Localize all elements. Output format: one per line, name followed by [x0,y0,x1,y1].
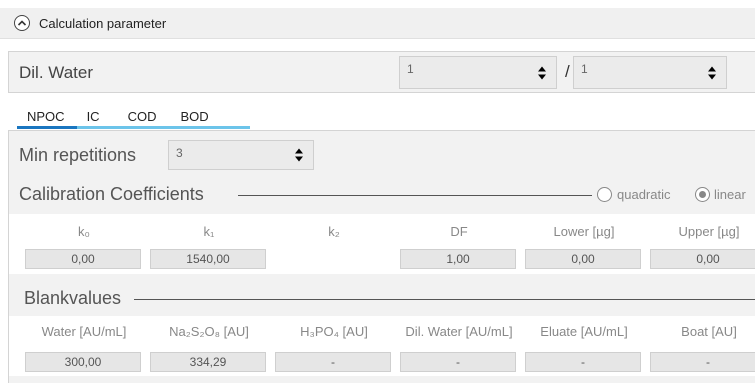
divider [134,299,755,300]
header-dil-water: Dil. Water [AU/mL] [405,324,513,339]
min-repetitions-value: 3 [176,146,183,160]
spin-arrows-icon[interactable] [708,66,716,79]
min-repetitions-label: Min repetitions [19,145,137,165]
section-title: Calculation parameter [39,15,167,31]
dil-water-row: Dil. Water 1 / 1 [8,51,755,93]
header-upper: Upper [µg] [678,224,740,239]
value-k1[interactable]: 1540,00 [150,249,266,269]
dil-water-label: Dil. Water [19,63,93,82]
ratio-separator: / [565,62,570,81]
value-lower[interactable]: 0,00 [525,249,641,269]
header-h3po4: H₃PO₄ [AU] [300,324,368,339]
divider [238,195,592,196]
header-k1: k₁ [203,224,215,239]
dil-water-value-2: 1 [581,62,588,76]
value-upper[interactable]: 0,00 [650,249,755,269]
value-water[interactable]: 300,00 [25,352,141,372]
radio-quadratic[interactable] [597,187,612,202]
section-header[interactable]: Calculation parameter [0,8,755,39]
tab-active-indicator [17,126,77,129]
header-k0: k₀ [78,224,90,239]
spin-arrows-icon[interactable] [538,66,546,79]
value-boat[interactable]: - [650,352,755,372]
calibration-title: Calibration Coefficients [19,184,204,204]
header-df: DF [450,224,468,239]
header-na2s2o8: Na₂S₂O₈ [AU] [169,324,249,339]
dil-water-value-1: 1 [407,62,414,76]
header-water: Water [AU/mL] [41,324,127,339]
spin-arrows-icon[interactable] [295,148,303,162]
min-repetitions-stepper[interactable]: 3 [168,140,314,170]
top-strip [0,0,755,6]
radio-linear[interactable] [695,187,710,202]
dil-water-stepper-2[interactable]: 1 [573,56,727,89]
value-dil-water[interactable]: - [400,352,516,372]
value-df[interactable]: 1,00 [400,249,516,269]
header-boat: Boat [AU] [681,324,737,339]
value-k0[interactable]: 0,00 [25,249,141,269]
value-h3po4[interactable]: - [275,352,391,372]
radio-linear-label: linear [714,187,746,202]
header-k2: k₂ [328,224,340,239]
radio-quadratic-label: quadratic [617,187,671,202]
chevron-up-circle-icon[interactable] [14,15,30,31]
value-eluate[interactable]: - [525,352,641,372]
blankvalues-title: Blankvalues [24,288,122,308]
value-na2s2o8[interactable]: 334,29 [150,352,266,372]
header-eluate: Eluate [AU/mL] [540,324,628,339]
dil-water-stepper-1[interactable]: 1 [399,56,557,89]
header-lower: Lower [µg] [553,224,615,239]
